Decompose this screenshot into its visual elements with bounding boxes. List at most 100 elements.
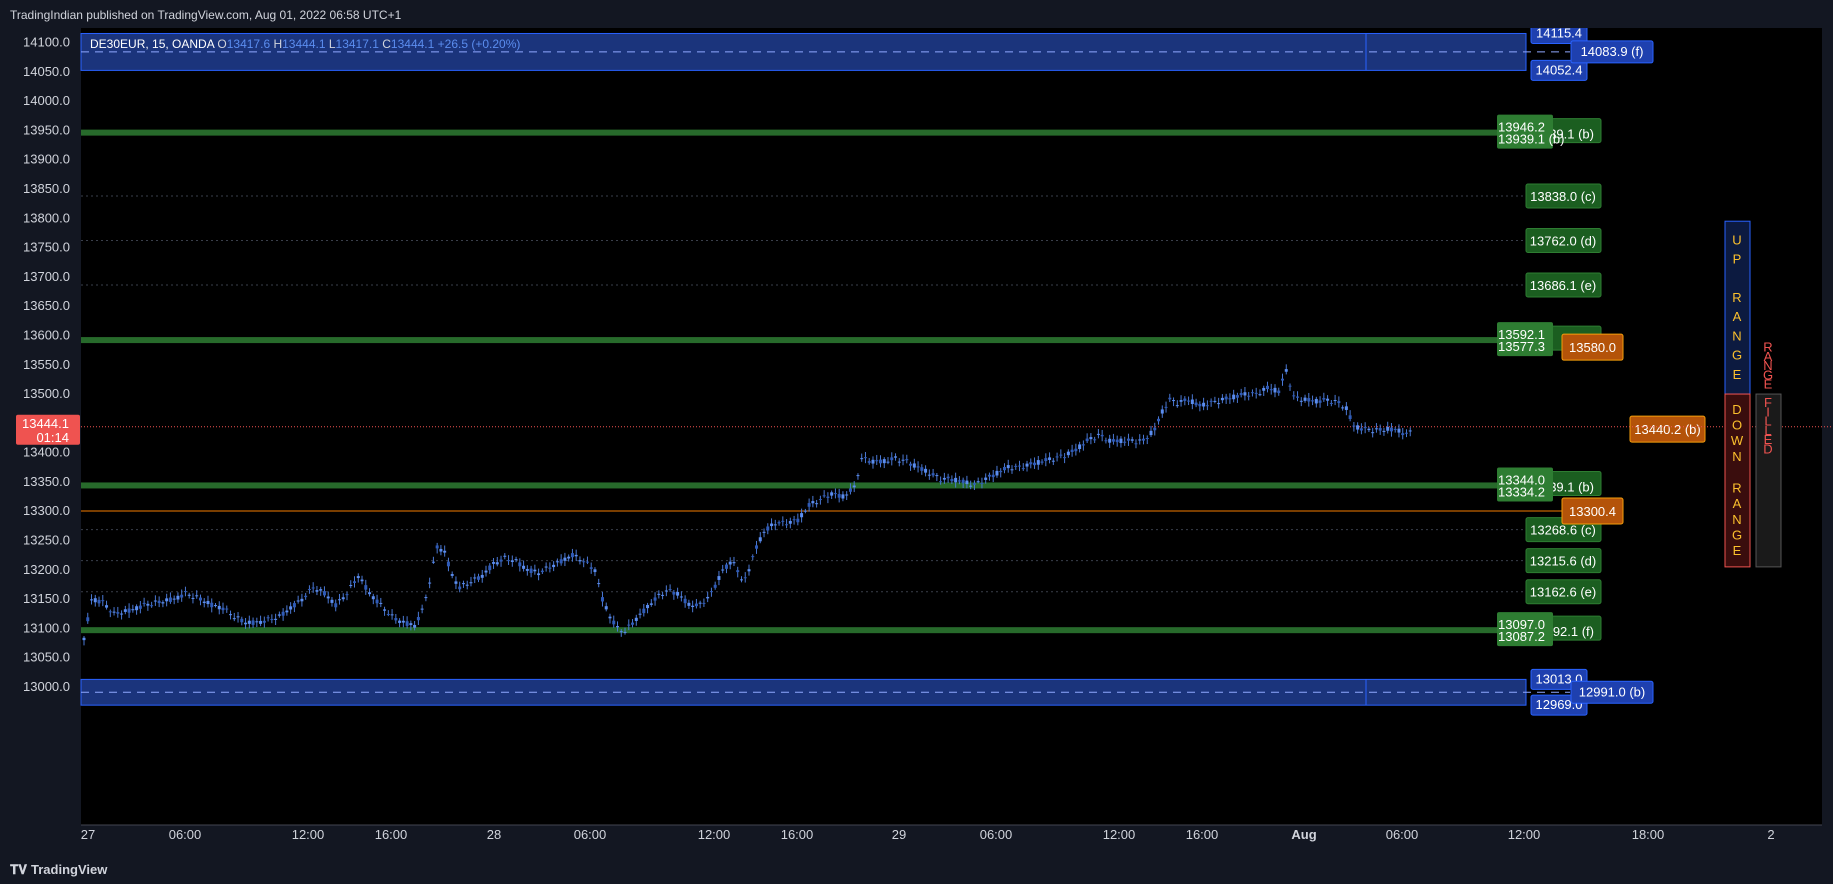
candle-body [1382, 430, 1386, 432]
price-chart[interactable]: 14100.0 14050.0 14000.0 13950.0 13900.0 13850… [0, 28, 1833, 852]
candle-body [1341, 407, 1345, 409]
level-label: 13215.6 (d) [1530, 554, 1597, 569]
candle-body [785, 524, 789, 526]
candle-body [1179, 400, 1183, 402]
candle-body [97, 599, 101, 604]
candle-body [492, 562, 496, 564]
candle-body [116, 612, 120, 614]
candle-body [1352, 425, 1356, 427]
candle-body [612, 620, 616, 625]
candle-body [1089, 437, 1093, 440]
candle-body [755, 545, 759, 549]
x-tick-label: 16:00 [375, 827, 408, 842]
candle-body [661, 594, 665, 596]
candle-body [285, 610, 289, 613]
candle-body [999, 470, 1003, 473]
legend-part: 13417.1 [336, 37, 383, 51]
candle-body [1100, 434, 1104, 437]
candle-body [1111, 439, 1115, 442]
candle-body [1168, 397, 1172, 400]
candle-body [349, 585, 353, 587]
candle-body [108, 611, 112, 613]
candle-body [454, 581, 458, 584]
candle-body [890, 457, 894, 461]
candle-body [822, 495, 826, 497]
candle-body [131, 609, 135, 611]
level-label: 13762.0 (d) [1530, 234, 1597, 249]
candle-body [266, 617, 270, 619]
candle-body [736, 570, 740, 573]
candle-body [202, 601, 206, 604]
candle-body [570, 553, 574, 558]
candle-body [1029, 462, 1033, 465]
candle-body [1408, 430, 1412, 432]
candle-body [803, 510, 807, 512]
candle-body [168, 597, 172, 602]
candle-body [1134, 443, 1138, 445]
candle-body [244, 622, 248, 625]
candle-body [1066, 451, 1070, 456]
candle-body [905, 459, 909, 461]
candle-body [909, 463, 913, 466]
candle-body [942, 477, 946, 480]
candle-body [450, 574, 454, 576]
candle-body [439, 548, 443, 552]
candle-body [1292, 395, 1296, 397]
candle-body [1025, 463, 1029, 467]
candle-body [616, 626, 620, 628]
up-range-text: E [1733, 367, 1742, 382]
candle-body [1141, 438, 1145, 441]
candle-body [300, 598, 304, 602]
candle-body [646, 604, 650, 609]
candle-body [1070, 449, 1074, 452]
candle-body [1055, 456, 1059, 458]
candle-body [1093, 439, 1097, 441]
candle-body [322, 591, 326, 596]
candle-body [356, 576, 360, 579]
tradingview-logo[interactable]: 𝐓𝐕 TradingView [10, 862, 107, 878]
candle-body [1018, 465, 1022, 467]
candle-body [796, 518, 800, 523]
candle-body [984, 477, 988, 480]
candle-body [1393, 428, 1397, 430]
candle-body [1265, 385, 1269, 390]
band-under-label: 13577.3 [1498, 339, 1545, 354]
candle-body [597, 583, 601, 585]
candle-body [1389, 427, 1393, 432]
candle-body [461, 583, 465, 585]
candle-body [1138, 439, 1142, 441]
candle-body [1059, 454, 1063, 456]
y-tick-label: 13750.0 [23, 240, 70, 255]
candle-body [413, 624, 417, 628]
candle-body [773, 524, 777, 526]
y-tick-label: 13800.0 [23, 210, 70, 225]
candle-body [1074, 448, 1078, 452]
candle-body [334, 603, 338, 608]
brand-name: TradingView [31, 862, 108, 877]
candle-body [375, 599, 379, 604]
candle-body [1348, 415, 1352, 419]
candle-body [1386, 426, 1390, 431]
countdown-label: 01:14 [36, 430, 69, 445]
candle-body [1040, 461, 1044, 463]
candle-body [627, 624, 631, 626]
candle-body [435, 545, 439, 549]
y-tick-label: 13600.0 [23, 327, 70, 342]
candle-body [1198, 403, 1202, 407]
candle-body [961, 479, 965, 484]
candle-body [762, 531, 766, 533]
candle-body [954, 477, 958, 483]
candle-body [93, 598, 97, 603]
candle-body [1213, 400, 1217, 402]
candle-body [221, 607, 225, 611]
candle-body [311, 587, 315, 589]
range-filled-text: E [1764, 377, 1773, 392]
candle-body [972, 483, 976, 485]
tradingview-icon: 𝐓𝐕 [10, 862, 27, 877]
candle-body [946, 476, 950, 479]
up-range-text: U [1732, 232, 1741, 247]
candle-body [503, 555, 507, 557]
candle-body [307, 588, 311, 590]
candle-body [976, 481, 980, 483]
candle-body [1303, 397, 1307, 401]
